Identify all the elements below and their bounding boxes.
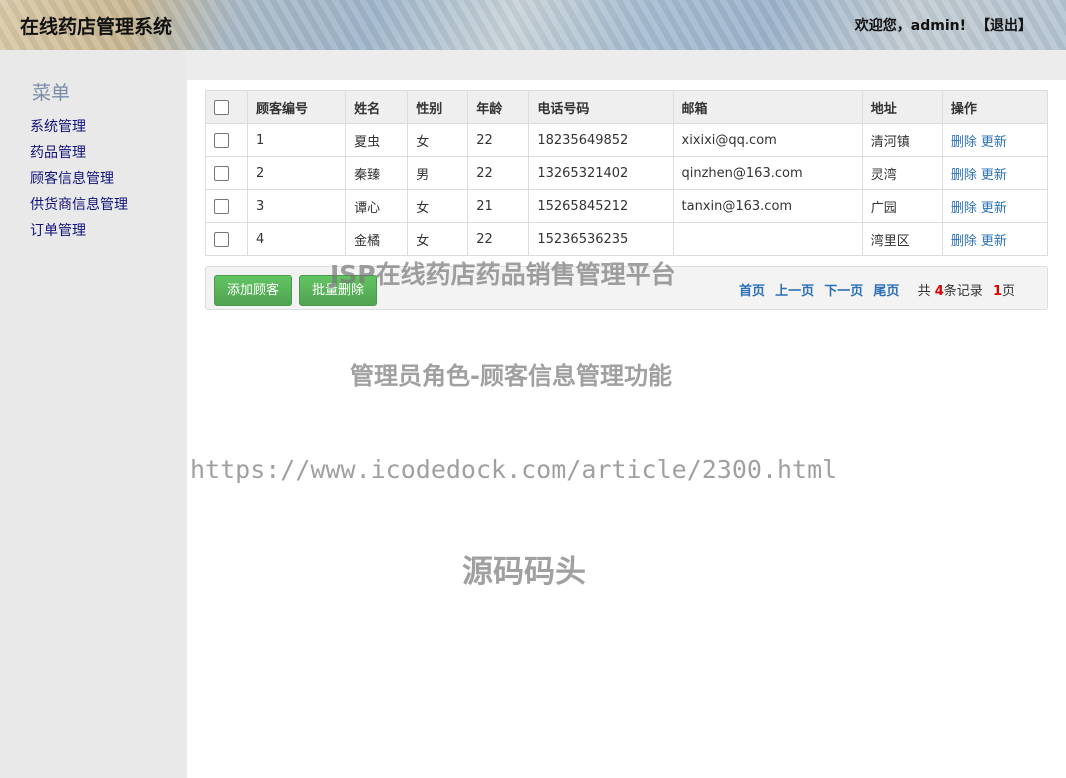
row-checkbox[interactable] (214, 132, 229, 148)
watermark-feature: 管理员角色-顾客信息管理功能 (350, 362, 672, 390)
cell-id: 2 (247, 156, 347, 190)
total-prefix: 共 (917, 284, 931, 299)
delete-link[interactable]: 删除 (951, 234, 977, 249)
logout-link[interactable]: 【退出】 (976, 18, 1032, 34)
cell-address: 灵湾 (861, 156, 943, 190)
cell-id: 1 (247, 123, 347, 157)
select-all-cell (204, 90, 249, 124)
menu-title: 菜单 (32, 82, 71, 104)
welcome-text: 欢迎您，admin! (854, 18, 966, 34)
next-page-link[interactable]: 下一页 (824, 284, 863, 299)
record-suffix: 条记录 (943, 284, 983, 299)
column-header: 邮箱 (672, 90, 863, 124)
sidebar-item-system[interactable]: 系统管理 (30, 114, 128, 140)
cell-phone: 18235649852 (528, 123, 674, 157)
cell-name: 谭心 (345, 189, 409, 223)
cell-actions: 删除 更新 (941, 156, 1049, 190)
cell-email: xixixi@qq.com (672, 123, 863, 157)
cell-email: qinzhen@163.com (672, 156, 863, 190)
sidebar: 菜单 系统管理 药品管理 顾客信息管理 供货商信息管理 订单管理 (0, 50, 186, 778)
column-header: 顾客编号 (247, 90, 347, 124)
cell-address: 清河镇 (861, 123, 943, 157)
top-header: 在线药店管理系统 欢迎您，admin! 【退出】 (0, 0, 1066, 50)
select-all-checkbox[interactable] (214, 99, 229, 115)
row-select-cell (204, 189, 249, 223)
row-select-cell (204, 222, 249, 256)
cell-phone: 15236536235 (528, 222, 674, 256)
table-row: 4 金橘 女 22 15236536235 湾里区 删除 更新 (204, 222, 1049, 256)
main-content: 顾客编号 姓名 性别 年龄 电话号码 邮箱 地址 操作 1 夏虫 女 22 18… (187, 80, 1066, 778)
app-title: 在线药店管理系统 (20, 16, 173, 38)
column-header: 年龄 (467, 90, 530, 124)
column-header: 地址 (861, 90, 943, 124)
cell-age: 21 (467, 189, 530, 223)
sidebar-menu: 系统管理 药品管理 顾客信息管理 供货商信息管理 订单管理 (30, 114, 128, 244)
update-link[interactable]: 更新 (981, 234, 1007, 249)
cell-id: 3 (247, 189, 347, 223)
add-customer-button[interactable]: 添加顾客 (214, 275, 293, 306)
first-page-link[interactable]: 首页 (739, 284, 765, 299)
sidebar-item-customer[interactable]: 顾客信息管理 (30, 166, 128, 192)
cell-actions: 删除 更新 (941, 222, 1049, 256)
table-row: 1 夏虫 女 22 18235649852 xixixi@qq.com 清河镇 … (204, 123, 1049, 157)
page-count: 1 (992, 284, 1002, 299)
delete-link[interactable]: 删除 (951, 135, 977, 150)
last-page-link[interactable]: 尾页 (873, 284, 899, 299)
cell-name: 秦臻 (345, 156, 409, 190)
cell-phone: 15265845212 (528, 189, 674, 223)
column-header: 姓名 (345, 90, 409, 124)
table-row: 3 谭心 女 21 15265845212 tanxin@163.com 广园 … (204, 189, 1049, 223)
cell-gender: 女 (407, 222, 469, 256)
cell-actions: 删除 更新 (941, 123, 1049, 157)
user-welcome: 欢迎您，admin! 【退出】 (855, 15, 1032, 35)
pagination: 首页 上一页 下一页 尾页 共 4条记录 1页 (733, 280, 1015, 299)
sidebar-item-supplier[interactable]: 供货商信息管理 (30, 192, 128, 218)
cell-gender: 女 (407, 189, 469, 223)
update-link[interactable]: 更新 (981, 168, 1007, 183)
cell-gender: 女 (407, 123, 469, 157)
table-row: 2 秦臻 男 22 13265321402 qinzhen@163.com 灵湾… (204, 156, 1049, 190)
sidebar-item-medicine[interactable]: 药品管理 (30, 140, 128, 166)
column-header: 操作 (941, 90, 1049, 124)
page-suffix: 页 (1001, 284, 1015, 299)
cell-id: 4 (247, 222, 347, 256)
cell-gender: 男 (407, 156, 469, 190)
cell-address: 湾里区 (861, 222, 943, 256)
record-count: 4 (934, 284, 944, 299)
cell-email: tanxin@163.com (672, 189, 863, 223)
row-select-cell (204, 123, 249, 157)
cell-age: 22 (467, 156, 530, 190)
watermark-url: https://www.icodedock.com/article/2300.h… (190, 455, 838, 484)
cell-phone: 13265321402 (528, 156, 674, 190)
cell-name: 夏虫 (345, 123, 409, 157)
cell-actions: 删除 更新 (941, 189, 1049, 223)
row-checkbox[interactable] (214, 198, 229, 214)
delete-link[interactable]: 删除 (951, 201, 977, 216)
cell-age: 22 (467, 222, 530, 256)
update-link[interactable]: 更新 (981, 201, 1007, 216)
cell-email (672, 222, 863, 256)
customer-table: 顾客编号 姓名 性别 年龄 电话号码 邮箱 地址 操作 1 夏虫 女 22 18… (204, 90, 1049, 256)
cell-name: 金橘 (345, 222, 409, 256)
cell-age: 22 (467, 123, 530, 157)
cell-address: 广园 (861, 189, 943, 223)
watermark-platform: JSP在线药店药品销售管理平台 (330, 260, 676, 289)
column-header: 性别 (407, 90, 469, 124)
row-checkbox[interactable] (214, 231, 229, 247)
row-checkbox[interactable] (214, 165, 229, 181)
watermark-brand: 源码码头 (462, 554, 586, 590)
prev-page-link[interactable]: 上一页 (775, 284, 814, 299)
table-header-row: 顾客编号 姓名 性别 年龄 电话号码 邮箱 地址 操作 (204, 90, 1049, 124)
sidebar-item-orders[interactable]: 订单管理 (30, 218, 128, 244)
update-link[interactable]: 更新 (981, 135, 1007, 150)
delete-link[interactable]: 删除 (951, 168, 977, 183)
column-header: 电话号码 (528, 90, 674, 124)
row-select-cell (204, 156, 249, 190)
